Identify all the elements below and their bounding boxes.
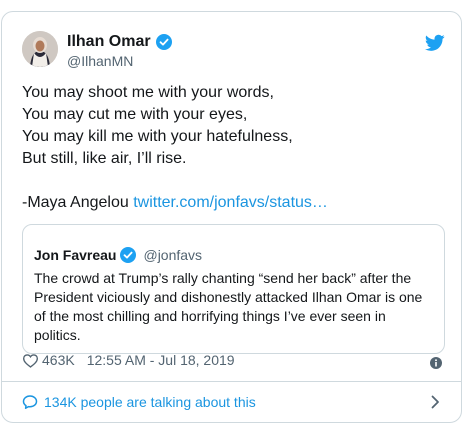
heart-icon[interactable] xyxy=(22,353,39,368)
tweet-text-blank xyxy=(22,170,442,192)
tweet-timestamp[interactable]: 12:55 AM - Jul 18, 2019 xyxy=(87,351,235,369)
info-icon[interactable] xyxy=(429,356,443,370)
attribution: -Maya Angelou xyxy=(22,194,129,211)
quoted-tweet-text: The crowd at Trump’s rally chanting “sen… xyxy=(34,269,434,345)
tweet-text-line: You may kill me with your hatefulness, xyxy=(22,128,293,145)
talking-about-text[interactable]: 134K people are talking about this xyxy=(44,392,256,412)
speech-bubble-icon xyxy=(22,394,38,410)
quoted-text-line: The crowd at Trump’s rally chanting “sen… xyxy=(34,270,412,286)
author-name[interactable]: Ilhan Omar xyxy=(67,32,151,52)
like-count[interactable]: 463K xyxy=(42,351,75,369)
talking-about-link[interactable]: 134K people are talking about this xyxy=(22,392,256,412)
tweet-text-line: You may shoot me with your words, xyxy=(22,84,274,101)
twitter-bird-icon[interactable] xyxy=(424,34,445,52)
divider xyxy=(2,381,461,382)
chevron-right-icon[interactable] xyxy=(430,395,440,409)
quoted-tweet[interactable]: Jon Favreau @jonfavs The crowd at Trump’… xyxy=(22,224,445,354)
quoted-text-line: President viciously and dishonestly atta… xyxy=(34,289,423,305)
author-handle[interactable]: @IlhanMN xyxy=(67,52,133,70)
verified-badge-icon xyxy=(120,247,137,263)
author-name-row[interactable]: Ilhan Omar xyxy=(67,32,172,52)
quoted-tweet-link[interactable]: twitter.com/jonfavs/status… xyxy=(133,194,328,211)
avatar[interactable] xyxy=(22,31,58,67)
quoted-author-handle[interactable]: @jonfavs xyxy=(143,246,202,264)
quoted-tweet-header: Jon Favreau @jonfavs xyxy=(34,246,202,264)
tweet-text-line: You may cut me with your eyes, xyxy=(22,106,248,123)
tweet-attribution-line: -Maya Angelou twitter.com/jonfavs/status… xyxy=(22,192,442,214)
quoted-text-line: of the most chilling and horrifying thin… xyxy=(34,308,386,324)
tweet-meta: 463K 12:55 AM - Jul 18, 2019 xyxy=(22,351,235,369)
tweet-text-line: But still, like air, I’ll rise. xyxy=(22,150,187,167)
verified-badge-icon xyxy=(155,34,172,50)
quoted-text-line: politics. xyxy=(34,327,81,343)
quoted-author-name[interactable]: Jon Favreau xyxy=(34,246,116,264)
tweet-text: You may shoot me with your words, You ma… xyxy=(22,82,442,214)
tweet-card: Ilhan Omar @IlhanMN You may shoot me wit… xyxy=(1,11,462,423)
